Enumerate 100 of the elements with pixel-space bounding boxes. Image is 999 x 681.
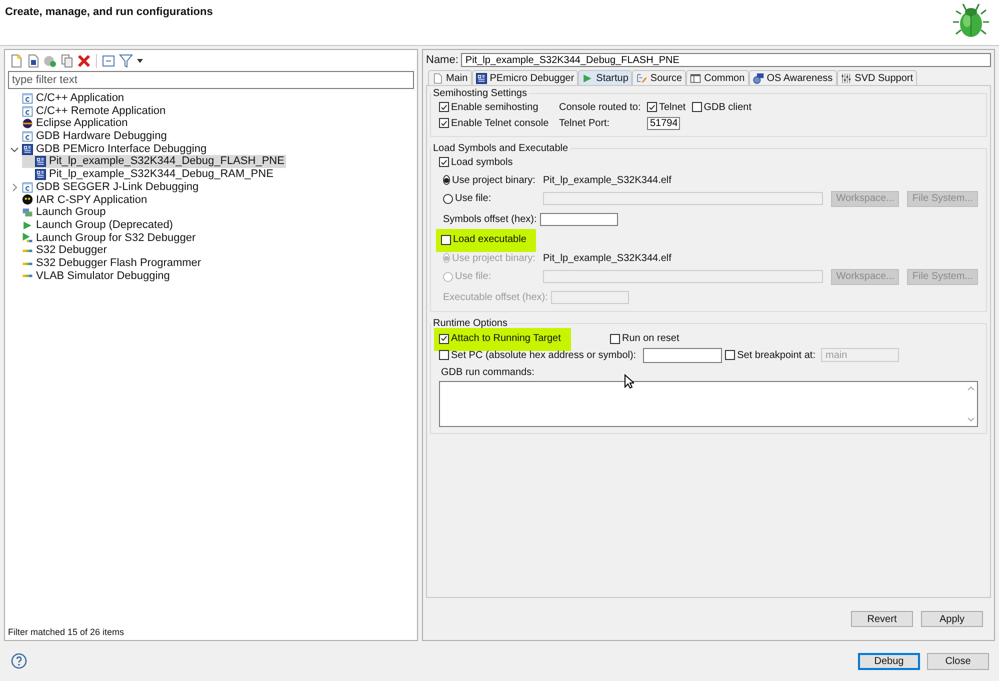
chip-icon [22, 144, 33, 155]
radio-button[interactable] [443, 194, 453, 204]
action-button[interactable]: Apply [921, 611, 983, 627]
offset-label: Symbols offset (hex): [443, 214, 537, 224]
tree-item[interactable]: Launch Group for S32 Debugger [9, 232, 198, 244]
checkbox[interactable] [439, 334, 449, 344]
dropdown-caret-icon[interactable] [136, 57, 144, 65]
tree-item[interactable]: IAR C-SPY Application [9, 194, 150, 206]
checkbox[interactable] [439, 157, 449, 167]
chip-icon [35, 168, 46, 180]
play-icon [22, 220, 33, 231]
tree-item[interactable]: S32 Debugger Flash Programmer [9, 256, 204, 270]
tab[interactable]: SVD Support [836, 70, 918, 85]
chip-icon [35, 156, 46, 168]
filter-field[interactable]: type filter text [8, 71, 414, 89]
radio-button[interactable] [443, 175, 450, 185]
help-icon[interactable] [11, 653, 27, 669]
c-file-icon [22, 92, 33, 104]
tree-item[interactable]: Launch Group (Deprecated) [9, 218, 175, 232]
dialog-button[interactable]: Debug [858, 652, 920, 670]
tab[interactable]: Common [686, 70, 749, 85]
chevron-right-icon[interactable] [10, 182, 18, 192]
checkbox-label: Set breakpoint at: [737, 350, 816, 360]
checkbox-label: Attach to Running Target [451, 333, 561, 344]
file-field[interactable] [543, 270, 824, 283]
checkbox-label: Enable Telnet console [451, 118, 549, 128]
tree-item[interactable]: Eclipse Application [9, 117, 130, 130]
c-file-icon [22, 106, 33, 117]
c-file-icon [22, 182, 33, 193]
checkbox-label: Set PC (absolute hex address or symbol): [451, 350, 636, 360]
radio-label: Use project binary: [452, 174, 536, 186]
mouse-cursor-icon [624, 374, 634, 388]
group-title: Semihosting Settings [432, 88, 528, 99]
radio-label: Use file: [455, 193, 492, 204]
offset-label: Executable offset (hex): [443, 292, 548, 302]
chevron-down-icon[interactable] [10, 144, 18, 154]
tree-item[interactable]: Pit_lp_example_S32K344_Debug_RAM_PNE [22, 168, 276, 181]
checkbox-label: GDB client [704, 102, 752, 112]
sliders-icon [840, 72, 852, 84]
checkbox-label: Run on reset [622, 333, 680, 344]
radio-label: Use project binary: [452, 252, 536, 264]
tree-item[interactable]: Pit_lp_example_S32K344_Debug_FLASH_PNE [22, 155, 286, 168]
checkbox[interactable] [725, 350, 736, 360]
filter-status: Filter matched 15 of 26 items [8, 627, 124, 637]
tree-item[interactable]: C/C++ Remote Application [9, 104, 168, 118]
name-field[interactable]: Pit_lp_example_S32K344_Debug_FLASH_PNE [461, 53, 991, 67]
tree-item[interactable]: C/C++ Application [9, 92, 126, 105]
spy-icon [22, 194, 33, 206]
tab[interactable]: OS Awareness [748, 70, 837, 85]
window-icon [690, 72, 702, 84]
console-label: Console routed to: [559, 102, 641, 112]
tree-item[interactable]: GDB PEMicro Interface Debugging [9, 142, 209, 156]
eclipse-icon [22, 118, 33, 130]
os-icon [752, 72, 764, 84]
dialog-button[interactable]: Close [927, 652, 989, 670]
name-label: Name: [426, 54, 458, 66]
delete-icon[interactable] [77, 54, 91, 68]
c-file-icon [22, 130, 33, 142]
new-file-icon[interactable] [9, 54, 23, 68]
play-icon [22, 232, 33, 244]
radio-label: Use file: [455, 271, 492, 282]
tab[interactable]: PEmicro Debugger [472, 70, 578, 85]
tree-item[interactable]: Launch Group [9, 206, 108, 219]
checkbox-label: Enable semihosting [451, 102, 538, 112]
tab[interactable]: Startup [578, 70, 632, 85]
action-button[interactable]: Revert [851, 611, 913, 627]
offset-field[interactable] [540, 212, 618, 226]
file-field[interactable] [543, 192, 824, 205]
checkbox[interactable] [692, 102, 702, 112]
checkbox-label: Load symbols [451, 156, 513, 168]
commands-label: GDB run commands: [440, 366, 536, 378]
checkbox[interactable] [441, 234, 451, 244]
checkbox[interactable] [610, 334, 620, 344]
checkbox-label: Load executable [453, 234, 526, 245]
launch-group-icon [22, 207, 33, 218]
checkbox[interactable] [439, 350, 449, 360]
pc-field[interactable] [643, 348, 722, 362]
port-label: Telnet Port: [559, 118, 610, 128]
filter-icon[interactable] [119, 54, 133, 68]
checkbox[interactable] [647, 102, 657, 112]
source-icon [636, 72, 648, 84]
checkbox-label: Telnet [659, 102, 686, 112]
tree-item[interactable]: VLAB Simulator Debugging [9, 270, 172, 282]
play-icon [582, 72, 594, 84]
tab[interactable]: Main [428, 70, 472, 85]
binary-name: Pit_lp_example_S32K344.elf [543, 174, 672, 186]
chip-icon [476, 72, 487, 84]
binary-name: Pit_lp_example_S32K344.elf [543, 252, 672, 264]
page-icon [432, 72, 443, 84]
tree-item[interactable]: GDB SEGGER J-Link Debugging [9, 180, 201, 194]
group-title: Load Symbols and Executable [432, 143, 570, 154]
tree-item[interactable]: S32 Debugger [9, 244, 109, 257]
collapse-all-icon[interactable] [102, 54, 116, 68]
tree-item[interactable]: GDB Hardware Debugging [9, 130, 169, 143]
checkbox[interactable] [439, 102, 449, 112]
duplicate-icon[interactable] [60, 54, 74, 68]
checkbox[interactable] [439, 118, 449, 128]
tab[interactable]: Source [632, 70, 686, 85]
dialog-title: Create, manage, and run configurations [5, 6, 213, 18]
group-title: Runtime Options [432, 318, 508, 328]
